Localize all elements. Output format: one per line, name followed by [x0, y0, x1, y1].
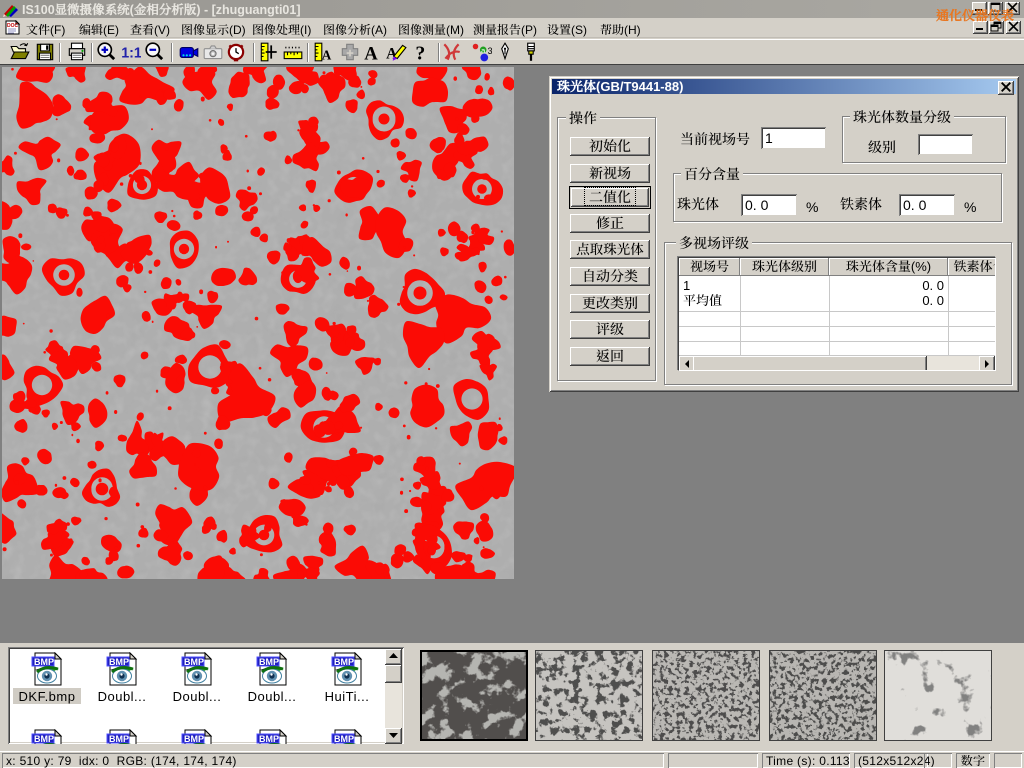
svg-text:BMP: BMP: [109, 657, 129, 667]
svg-text:BMP: BMP: [334, 657, 354, 667]
svg-text:BMP: BMP: [184, 734, 204, 744]
svg-text:BMP: BMP: [109, 734, 129, 744]
svg-text:BMP: BMP: [184, 657, 204, 667]
svg-text:A: A: [364, 44, 378, 63]
svg-text:BMP: BMP: [34, 657, 54, 667]
svg-text:?: ?: [415, 43, 425, 63]
svg-text:BMP: BMP: [34, 734, 54, 744]
svg-text:BMP: BMP: [334, 734, 354, 744]
svg-text:DOC: DOC: [7, 23, 19, 29]
svg-text:1:1: 1:1: [121, 46, 141, 62]
svg-text:BMP: BMP: [259, 657, 279, 667]
svg-text:A: A: [322, 48, 332, 63]
svg-text:3: 3: [488, 46, 492, 56]
svg-text:BMP: BMP: [259, 734, 279, 744]
